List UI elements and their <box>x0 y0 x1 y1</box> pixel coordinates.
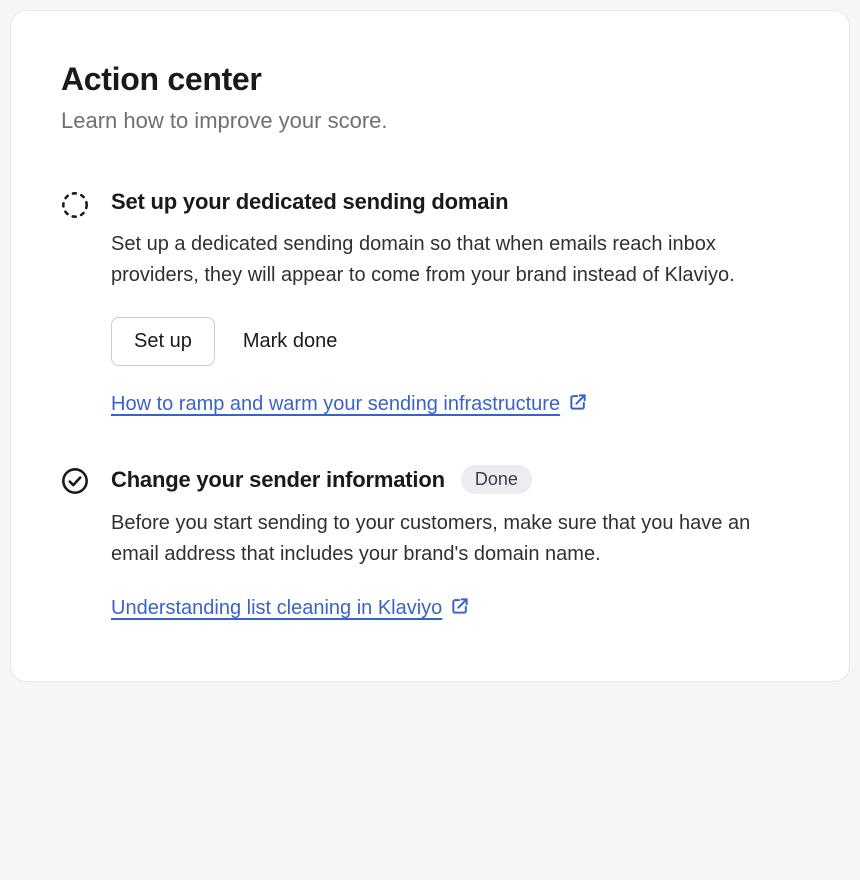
action-item-sender-info: Change your sender information Done Befo… <box>61 465 799 621</box>
action-item-sending-domain: Set up your dedicated sending domain Set… <box>61 189 799 417</box>
item-description: Set up a dedicated sending domain so tha… <box>111 229 799 291</box>
item-header: Set up your dedicated sending domain <box>111 189 799 215</box>
external-link-icon <box>450 596 470 621</box>
action-center-card: Action center Learn how to improve your … <box>10 10 850 682</box>
item-body: Change your sender information Done Befo… <box>111 465 799 621</box>
help-link-row: Understanding list cleaning in Klaviyo <box>111 596 470 621</box>
help-link-warming[interactable]: How to ramp and warm your sending infras… <box>111 393 560 416</box>
item-title: Set up your dedicated sending domain <box>111 189 508 215</box>
external-link-icon <box>568 392 588 417</box>
help-link-list-cleaning[interactable]: Understanding list cleaning in Klaviyo <box>111 597 442 620</box>
item-title: Change your sender information <box>111 467 445 493</box>
status-badge: Done <box>461 465 532 494</box>
item-body: Set up your dedicated sending domain Set… <box>111 189 799 417</box>
item-header: Change your sender information Done <box>111 465 799 494</box>
check-circle-icon <box>61 467 89 495</box>
card-title: Action center <box>61 61 799 98</box>
set-up-button[interactable]: Set up <box>111 317 215 366</box>
button-row: Set up Mark done <box>111 317 799 366</box>
pending-circle-icon <box>61 191 89 219</box>
mark-done-button[interactable]: Mark done <box>243 330 338 353</box>
help-link-row: How to ramp and warm your sending infras… <box>111 392 588 417</box>
card-subtitle: Learn how to improve your score. <box>61 108 799 134</box>
item-description: Before you start sending to your custome… <box>111 508 799 570</box>
